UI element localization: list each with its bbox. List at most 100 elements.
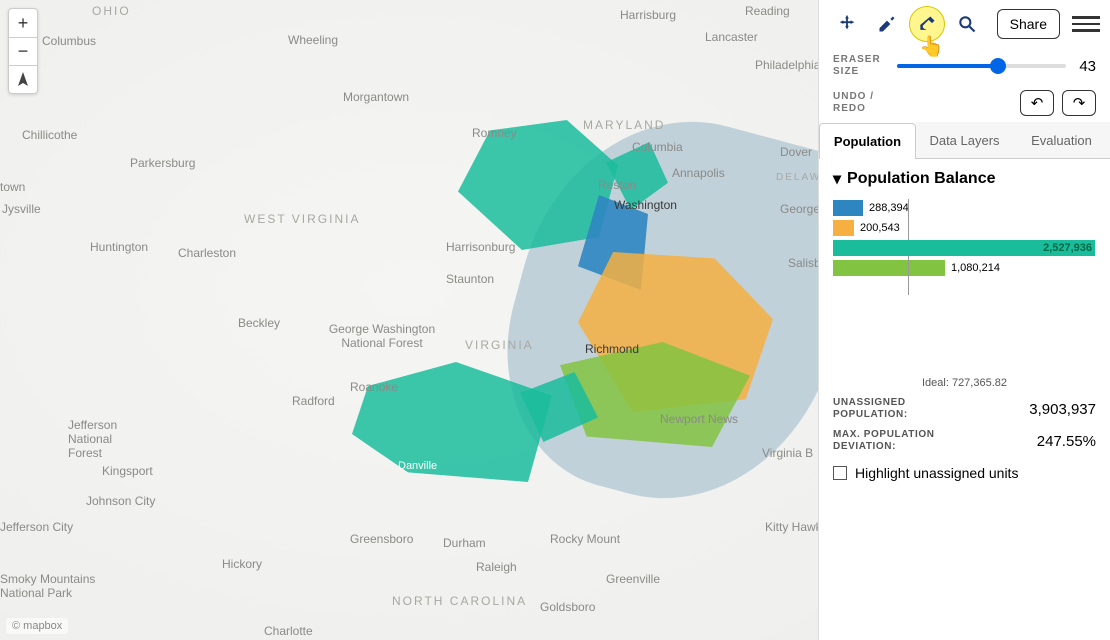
- nav-control: + −: [8, 8, 38, 94]
- label-washington: Washington: [614, 198, 677, 212]
- tab-evaluation[interactable]: Evaluation: [1013, 122, 1110, 158]
- tabs: Population Data Layers Evaluation: [819, 122, 1110, 159]
- redo-button[interactable]: ↷: [1062, 90, 1096, 116]
- inspect-tool[interactable]: [949, 6, 985, 42]
- eraser-size-slider[interactable]: [897, 64, 1066, 68]
- label-virginiab: Virginia B: [762, 446, 813, 460]
- panel-title-row: ▾ Population Balance: [833, 169, 1096, 189]
- label-town: town: [0, 180, 25, 194]
- highlight-checkbox-row[interactable]: Highlight unassigned units: [833, 465, 1096, 481]
- label-greenville: Greenville: [606, 572, 660, 586]
- label-johnsoncity: Johnson City: [86, 494, 155, 508]
- label-maryland: MARYLAND: [583, 118, 665, 132]
- bar-label: 200,543: [860, 222, 900, 234]
- label-jeffersonnf: Jefferson National Forest: [68, 418, 148, 460]
- panel-title: Population Balance: [847, 170, 995, 188]
- label-raleigh: Raleigh: [476, 560, 517, 574]
- label-beckley: Beckley: [238, 316, 280, 330]
- label-wv: WEST VIRGINIA: [244, 212, 360, 226]
- eraser-size-value: 43: [1074, 58, 1096, 75]
- bar-row: 288,394: [833, 199, 1096, 217]
- zoom-in-button[interactable]: +: [9, 9, 37, 37]
- population-panel: ▾ Population Balance 288,394 200,543 2,527…: [819, 159, 1110, 491]
- tab-population[interactable]: Population: [819, 123, 916, 159]
- compass-button[interactable]: [9, 65, 37, 93]
- label-parkersburg: Parkersburg: [130, 156, 195, 170]
- label-richmond: Richmond: [585, 342, 639, 356]
- label-harrisonburg: Harrisonburg: [446, 240, 515, 254]
- undo-button[interactable]: ↶: [1020, 90, 1054, 116]
- bar: [833, 220, 854, 236]
- menu-icon[interactable]: [1072, 10, 1100, 38]
- slider-thumb[interactable]: [990, 58, 1006, 74]
- highlight-checkbox[interactable]: [833, 466, 847, 480]
- bar-row: 1,080,214: [833, 259, 1096, 277]
- label-rockymount: Rocky Mount: [550, 532, 620, 546]
- label-staunton: Staunton: [446, 272, 494, 286]
- label-ohio: OHIO: [92, 4, 131, 18]
- label-nc: NORTH CAROLINA: [392, 594, 527, 608]
- label-charlotte: Charlotte: [264, 624, 313, 638]
- highlight-label: Highlight unassigned units: [855, 465, 1018, 481]
- label-kittyhawk: Kitty Hawk: [765, 520, 822, 534]
- deviation-value: 247.55%: [1037, 433, 1096, 450]
- map-canvas[interactable]: OHIO Columbus Wheeling Harrisburg Readin…: [0, 0, 818, 640]
- deviation-label: MAX. POPULATION DEVIATION:: [833, 429, 973, 453]
- eraser-size-section: ERASER SIZE 43: [819, 48, 1110, 84]
- label-hickory: Hickory: [222, 557, 262, 571]
- label-radford: Radford: [292, 394, 335, 408]
- label-gwf: George Washington National Forest: [322, 322, 442, 350]
- population-bars: 288,394 200,543 2,527,936 1,080,214: [833, 199, 1096, 277]
- eraser-tool[interactable]: [909, 6, 945, 42]
- label-huntington: Huntington: [90, 240, 148, 254]
- undo-redo-section: UNDO / REDO ↶ ↷: [819, 84, 1110, 122]
- label-roanoke: Roanoke: [350, 380, 398, 394]
- label-greensboro: Greensboro: [350, 532, 413, 546]
- eraser-size-label: ERASER SIZE: [833, 54, 889, 78]
- label-newportnews: Newport News: [660, 412, 738, 426]
- sidebar: Share 👆 ERASER SIZE 43 UNDO / REDO ↶ ↷ P…: [818, 0, 1110, 640]
- bar-label: 1,080,214: [951, 262, 1000, 274]
- label-lancaster: Lancaster: [705, 30, 758, 44]
- toolbar: Share: [819, 0, 1110, 48]
- map-attribution: © mapbox: [6, 618, 68, 634]
- label-chillicothe: Chillicothe: [22, 128, 77, 142]
- label-smoky: Smoky Mountains National Park: [0, 572, 110, 600]
- tab-data-layers[interactable]: Data Layers: [916, 122, 1013, 158]
- label-jeffersoncity: Jefferson City: [0, 520, 73, 534]
- label-wheeling: Wheeling: [288, 33, 338, 47]
- bar: [833, 260, 945, 276]
- unassigned-label: UNASSIGNED POPULATION:: [833, 397, 973, 421]
- label-morgantown: Morgantown: [343, 90, 409, 104]
- label-kingsport: Kingsport: [102, 464, 153, 478]
- label-annapolis: Annapolis: [672, 166, 725, 180]
- bar: [833, 200, 863, 216]
- label-reading: Reading: [745, 4, 790, 18]
- share-button[interactable]: Share: [997, 9, 1060, 39]
- label-reston: Reston: [598, 178, 636, 192]
- label-philadelphia: Philadelphia: [755, 58, 820, 72]
- label-charleston: Charleston: [178, 246, 236, 260]
- undo-redo-label: UNDO / REDO: [833, 91, 889, 115]
- label-virginia: VIRGINIA: [465, 338, 534, 352]
- label-columbus: Columbus: [42, 34, 96, 48]
- brush-tool[interactable]: [869, 6, 905, 42]
- label-lysville: Jysville: [2, 202, 41, 216]
- label-dover: Dover: [780, 145, 812, 159]
- unassigned-value: 3,903,937: [1029, 401, 1096, 418]
- bar-label: 2,527,936: [1043, 242, 1092, 254]
- bar-row: 2,527,936: [833, 239, 1096, 257]
- bar-label: 288,394: [869, 202, 909, 214]
- label-harrisburg: Harrisburg: [620, 8, 676, 22]
- label-columbia: Columbia: [632, 140, 683, 154]
- label-danville: Danville: [398, 460, 437, 472]
- label-salisbury: Salisb: [788, 256, 821, 270]
- pan-tool[interactable]: [829, 6, 865, 42]
- label-goldsboro: Goldsboro: [540, 600, 595, 614]
- ideal-label: Ideal: 727,365.82: [833, 377, 1096, 389]
- zoom-out-button[interactable]: −: [9, 37, 37, 65]
- bar-row: 200,543: [833, 219, 1096, 237]
- caret-down-icon[interactable]: ▾: [833, 169, 841, 189]
- label-romney: Romney: [472, 126, 517, 140]
- label-durham: Durham: [443, 536, 486, 550]
